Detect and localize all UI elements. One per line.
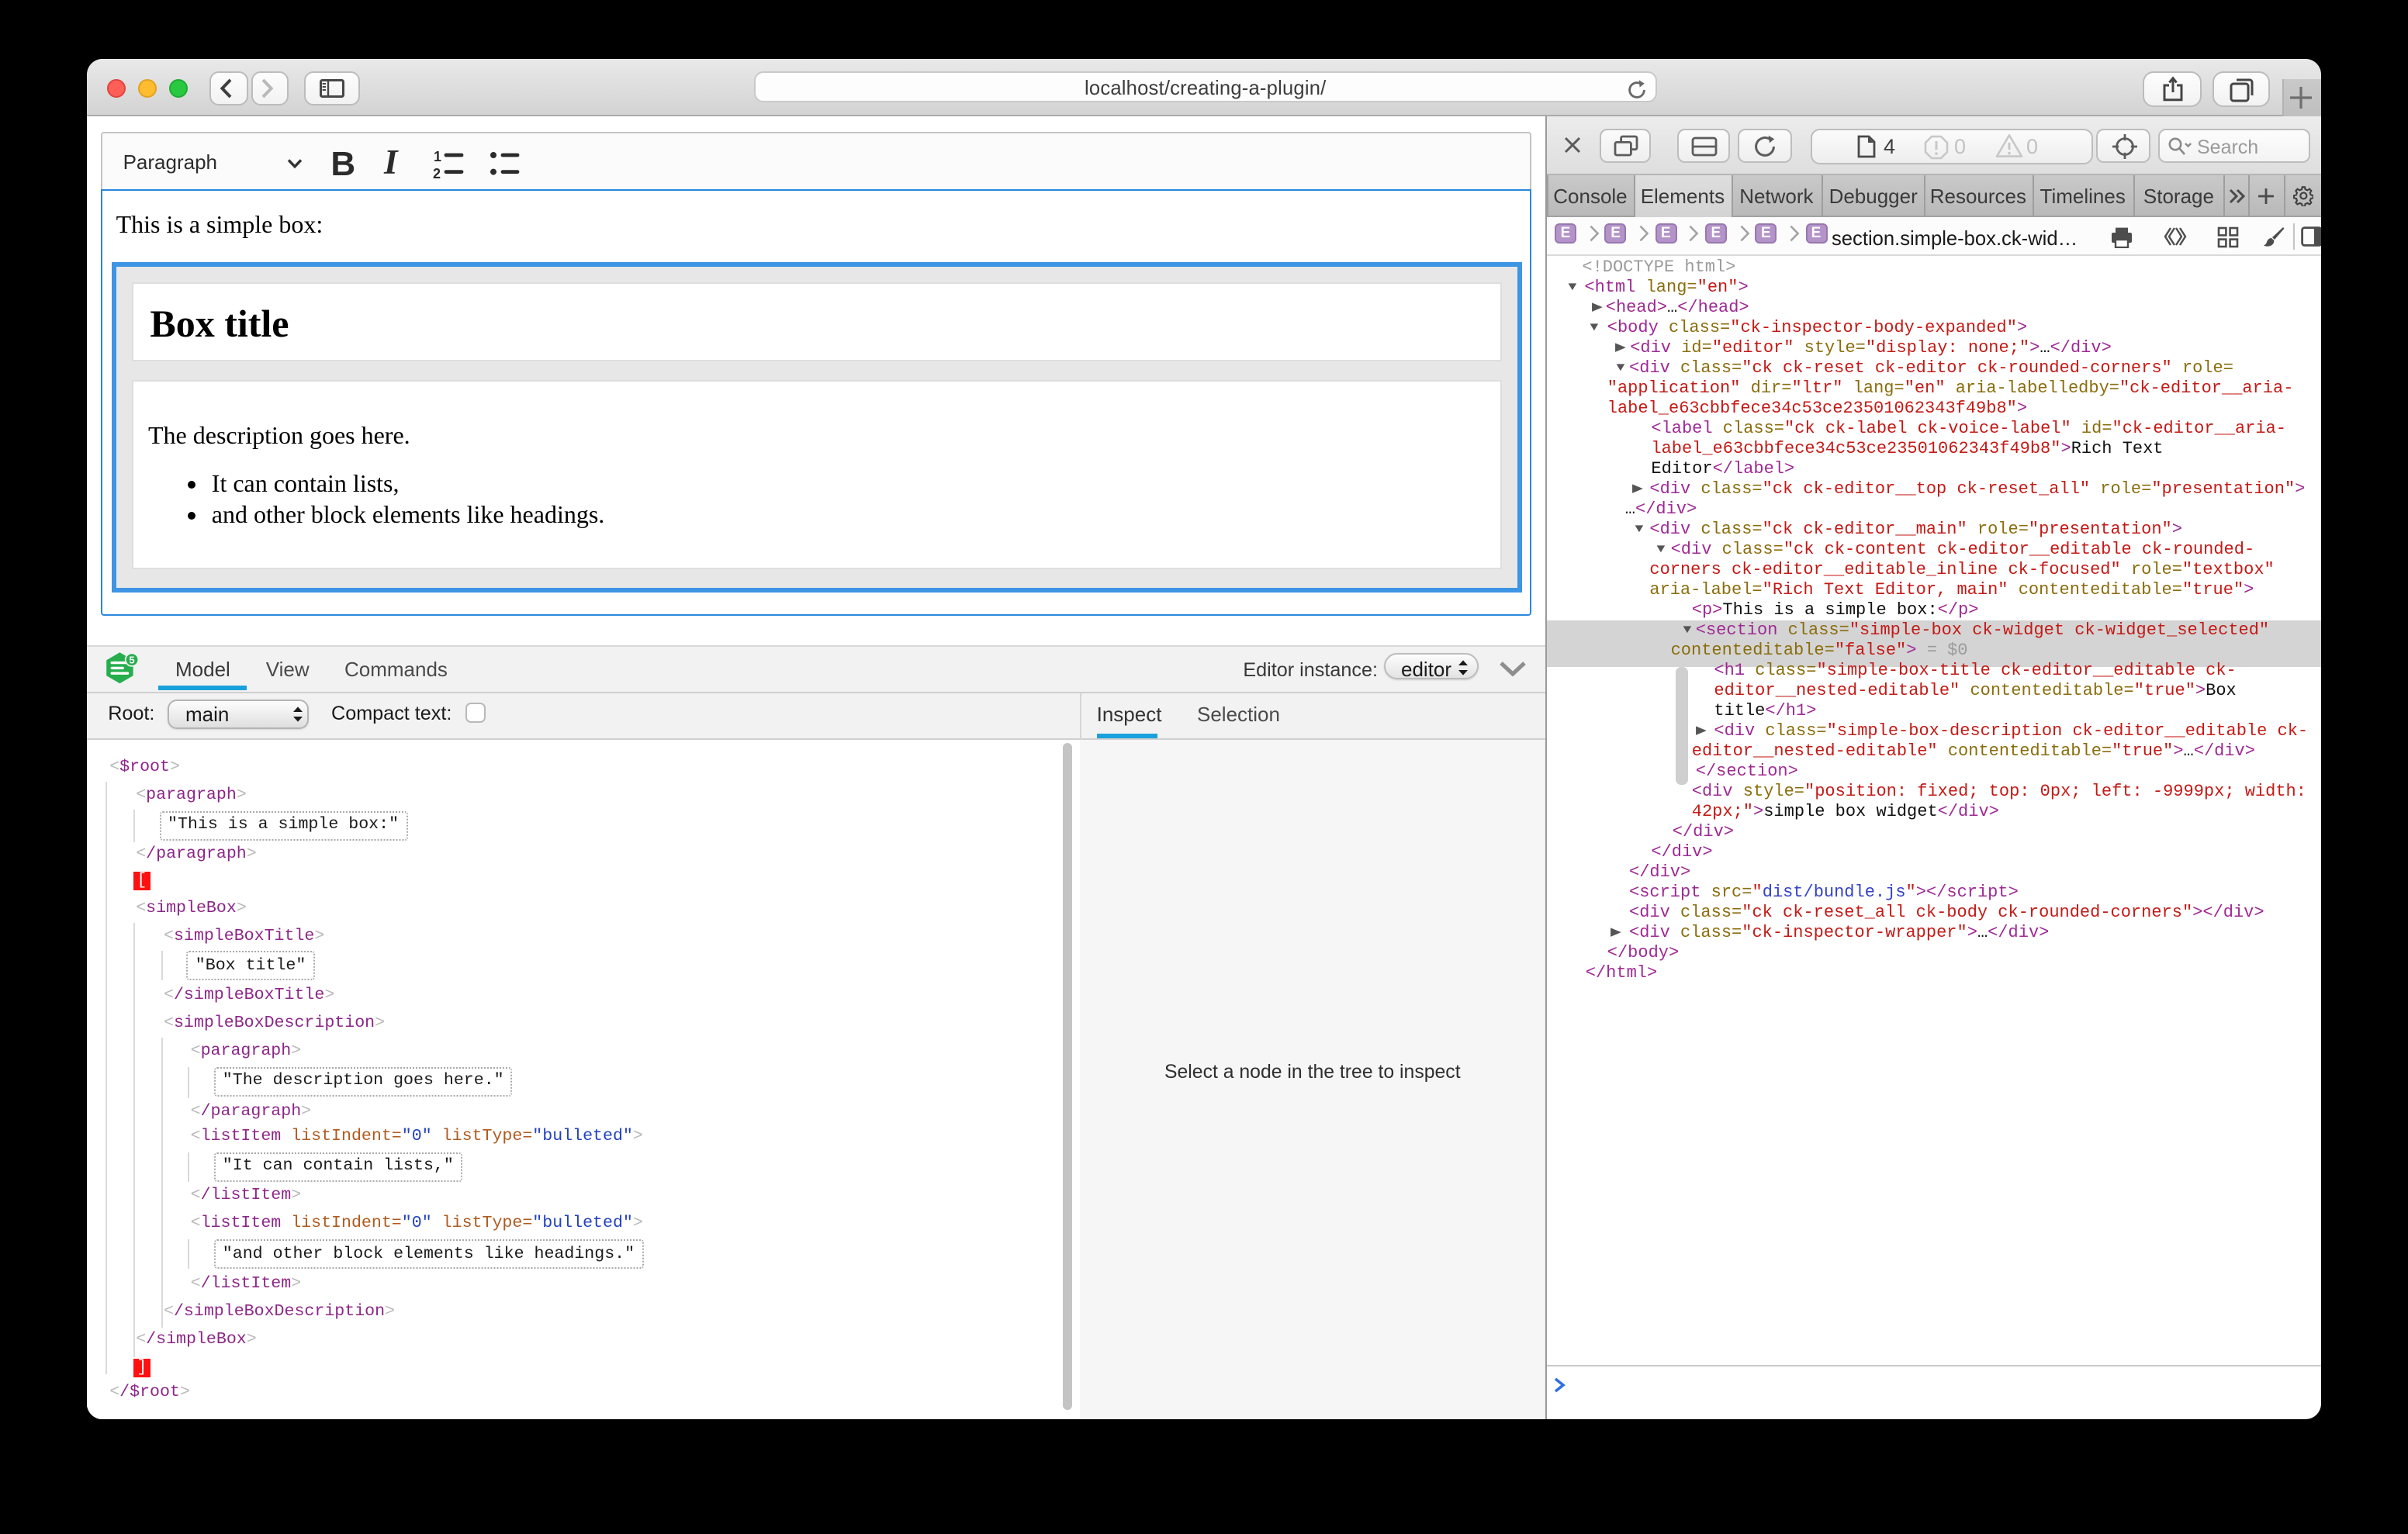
svg-text:1: 1 [434, 148, 441, 164]
svg-text:5: 5 [129, 654, 134, 665]
svg-text:2: 2 [433, 165, 441, 178]
